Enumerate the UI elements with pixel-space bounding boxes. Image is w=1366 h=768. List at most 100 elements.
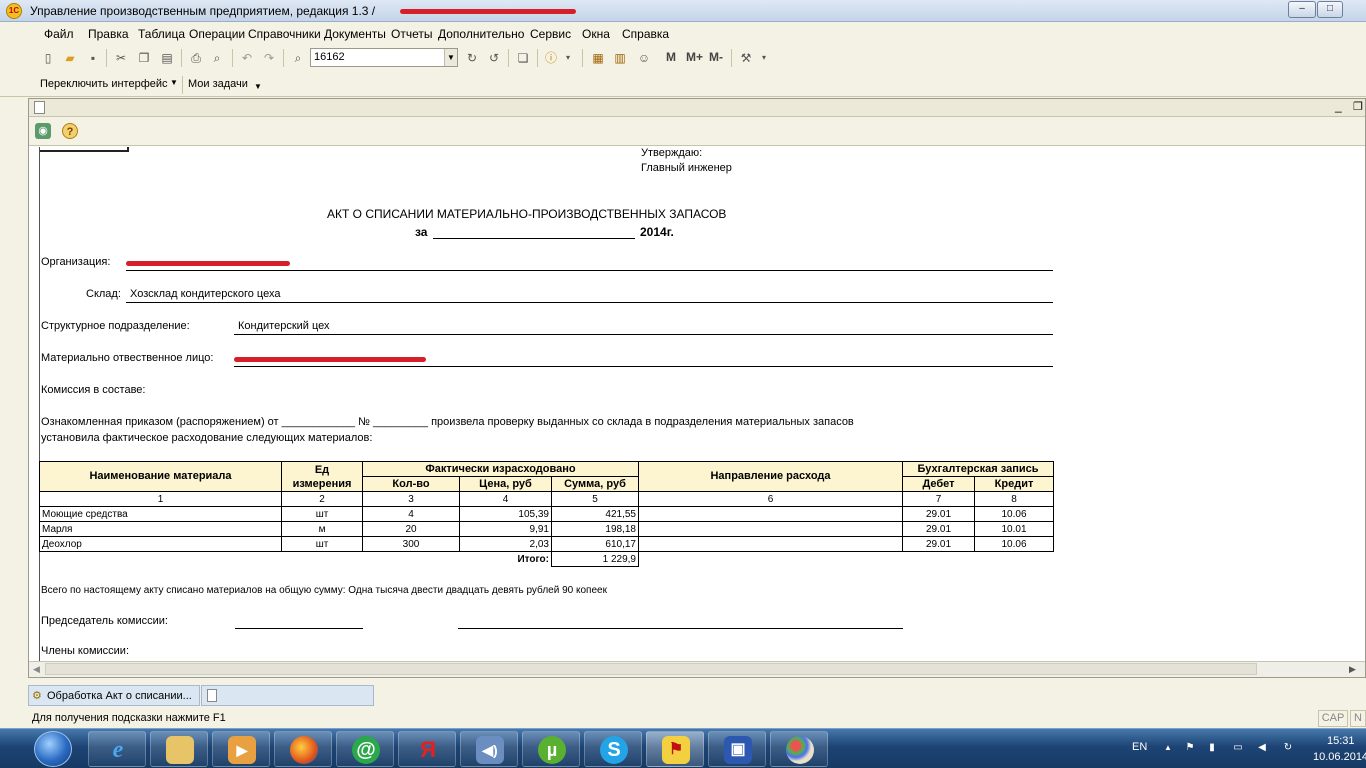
column-number: 8: [974, 491, 1054, 507]
cell-price: 2,03: [459, 536, 552, 552]
window-tabs: ⚙ Обработка Акт о списании...: [28, 685, 378, 707]
horizontal-scrollbar[interactable]: ◀ ▶: [29, 661, 1365, 677]
undo-icon[interactable]: ↶: [239, 50, 255, 66]
screen: 1С Управление производственным предприят…: [0, 0, 1366, 768]
open-folder-icon[interactable]: ▰: [62, 50, 78, 66]
calendar-icon[interactable]: ▥: [612, 50, 628, 66]
minimize-button[interactable]: –: [1288, 1, 1316, 18]
interface-toolbar: Переключить интерфейс ▼ Мои задачи ▼: [0, 72, 1366, 97]
skype-icon[interactable]: S: [584, 731, 642, 767]
print-preview-icon[interactable]: ⌕: [209, 50, 225, 66]
responsible-line: [234, 366, 1053, 367]
menu-documents[interactable]: Документы: [324, 27, 386, 41]
copy-icon[interactable]: ❐: [136, 50, 152, 66]
warehouse-line: [126, 302, 1053, 303]
menu-windows[interactable]: Окна: [582, 27, 610, 41]
print-icon[interactable]: ⎙: [188, 50, 204, 66]
cell-price: 105,39: [459, 506, 552, 522]
total-row: Итого: 1 229,9: [40, 551, 1054, 567]
volume-app-icon[interactable]: ◀): [460, 731, 518, 767]
window-restore-icon[interactable]: ❐: [1353, 100, 1363, 113]
clock-time[interactable]: 15:31: [1327, 735, 1355, 747]
order-text-line-2: установила фактическое расходование след…: [41, 432, 373, 444]
yandex-icon[interactable]: Я: [398, 731, 456, 767]
cell-qty: 4: [362, 506, 460, 522]
order-text-line-1: Ознакомленная приказом (распоряжением) о…: [41, 416, 854, 428]
start-button[interactable]: [34, 731, 72, 767]
find-prev-icon[interactable]: ↺: [486, 50, 502, 66]
memory-button-m[interactable]: M: [666, 50, 676, 64]
document-title: АКТ О СПИСАНИИ МАТЕРИАЛЬНО-ПРОИЗВОДСТВЕН…: [327, 207, 727, 221]
language-indicator[interactable]: EN: [1132, 741, 1147, 753]
title-bar[interactable]: 1С Управление производственным предприят…: [0, 0, 1366, 22]
cut-icon[interactable]: ✂: [113, 50, 129, 66]
utorrent-icon[interactable]: µ: [522, 731, 580, 767]
show-hidden-icons-icon[interactable]: ▲: [1162, 742, 1174, 754]
paint-icon[interactable]: [770, 731, 828, 767]
window-minimize-icon[interactable]: _: [1335, 99, 1342, 113]
utorrent-icon: µ: [538, 736, 566, 764]
menu-operations[interactable]: Операции: [189, 27, 245, 41]
find-next-icon[interactable]: ↻: [464, 50, 480, 66]
scroll-right-icon[interactable]: ▶: [1349, 664, 1356, 675]
switch-interface-button[interactable]: Переключить интерфейс: [40, 78, 168, 90]
new-document-icon[interactable]: ▯: [40, 50, 56, 66]
menu-edit[interactable]: Правка: [88, 27, 129, 41]
tools-icon[interactable]: ⚒: [738, 50, 754, 66]
firefox-icon[interactable]: [274, 731, 332, 767]
save-disk-icon[interactable]: ▣: [708, 731, 766, 767]
cell-sum: 198,18: [551, 521, 639, 537]
my-tasks-button[interactable]: Мои задачи: [188, 78, 248, 90]
1c-icon[interactable]: ⚑: [646, 731, 704, 767]
info-icon[interactable]: ⓘ: [543, 50, 559, 66]
tab-document[interactable]: [201, 685, 374, 706]
explorer-icon[interactable]: [150, 731, 208, 767]
total-text: Всего по настоящему акту списано материа…: [41, 585, 607, 596]
menu-additional[interactable]: Дополнительно: [438, 27, 524, 41]
volume-icon[interactable]: ◀: [1256, 742, 1268, 754]
tab-act-processing[interactable]: ⚙ Обработка Акт о списании...: [28, 685, 200, 706]
folder-icon: [166, 736, 194, 764]
menu-file[interactable]: Файл: [44, 27, 74, 41]
help-icon[interactable]: ?: [62, 123, 78, 139]
document-window-header[interactable]: _ ❐: [29, 99, 1365, 117]
chevron-down-icon[interactable]: ▼: [170, 78, 178, 87]
menu-service[interactable]: Сервис: [530, 27, 571, 41]
chevron-down-icon[interactable]: ▾: [560, 50, 576, 66]
redo-icon[interactable]: ↷: [261, 50, 277, 66]
menu-table[interactable]: Таблица: [138, 27, 185, 41]
ie-icon[interactable]: e: [88, 731, 146, 767]
table-row: Марля м 20 9,91 198,18 29.01 10.01: [39, 521, 1054, 537]
menu-reports[interactable]: Отчеты: [391, 27, 432, 41]
calculator-icon[interactable]: ▦: [590, 50, 606, 66]
users-icon[interactable]: ☺: [636, 50, 652, 66]
refresh-icon[interactable]: ↻: [1282, 742, 1294, 754]
device-icon[interactable]: ▮: [1206, 742, 1218, 754]
cell-name: Моющие средства: [39, 506, 282, 522]
chevron-down-icon[interactable]: ▼: [444, 49, 457, 66]
action-center-flag-icon[interactable]: ⚑: [1184, 742, 1196, 754]
menu-directories[interactable]: Справочники: [248, 27, 321, 41]
menu-help[interactable]: Справка: [622, 27, 669, 41]
search-input[interactable]: 16162: [314, 51, 345, 63]
chevron-down-icon[interactable]: ▾: [756, 50, 772, 66]
network-icon[interactable]: ▭: [1232, 742, 1244, 754]
tab-label: Обработка Акт о списании...: [47, 690, 192, 702]
windows-icon[interactable]: ❏: [515, 50, 531, 66]
scroll-left-icon[interactable]: ◀: [33, 664, 40, 675]
clock-date[interactable]: 10.06.2014: [1313, 751, 1366, 763]
maximize-button[interactable]: □: [1317, 1, 1343, 18]
chevron-down-icon[interactable]: ▼: [254, 82, 262, 91]
mail-icon[interactable]: @: [336, 731, 394, 767]
memory-button-m-minus[interactable]: M-: [709, 50, 723, 64]
search-combobox[interactable]: 16162 ▼: [310, 48, 458, 67]
camera-icon[interactable]: ◉: [35, 123, 51, 139]
memory-button-m-plus[interactable]: M+: [686, 50, 703, 64]
paste-icon[interactable]: ▤: [159, 50, 175, 66]
search-icon[interactable]: ⌕: [290, 50, 306, 66]
toolbar-separator: [106, 49, 107, 67]
scroll-thumb[interactable]: [45, 663, 1257, 675]
media-player-icon[interactable]: ▶: [212, 731, 270, 767]
toolbar-separator: [181, 49, 182, 67]
save-icon[interactable]: ▪: [85, 50, 101, 66]
